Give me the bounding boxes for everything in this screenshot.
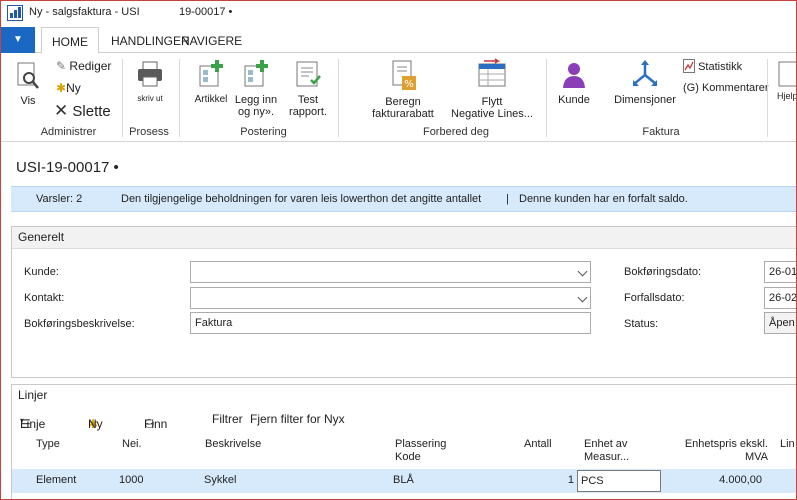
new-document-icon: ✱ <box>56 81 67 95</box>
pencil-icon: ✎ <box>56 59 67 73</box>
cell-location[interactable]: BLÅ <box>393 474 414 486</box>
app-logo-icon <box>7 5 23 21</box>
document-add-icon <box>244 60 268 87</box>
app-window: Ny - salgsfaktura - USI 19-00017 • ▼ HOM… <box>0 0 797 500</box>
ribbon-separator <box>122 59 123 137</box>
print-button[interactable]: skriv ut <box>131 59 169 105</box>
view-document-icon <box>17 62 39 89</box>
title-bar: Ny - salgsfaktura - USI 19-00017 • <box>1 1 796 25</box>
cell-description[interactable]: Sykkel <box>204 474 236 486</box>
window-title: Ny - salgsfaktura - USI <box>29 6 140 18</box>
notification-separator: | <box>506 193 509 205</box>
lines-section: Linjer ☰ Linje ▾ ✱ Ny ⚇ Finn Filtrer Fjer… <box>11 384 796 499</box>
status-label: Status: <box>624 318 659 330</box>
col-header-description[interactable]: Beskrivelse <box>205 438 261 451</box>
delete-button[interactable]: ✕ Slette <box>54 101 111 121</box>
col-header-location[interactable]: Plassering Kode <box>395 438 455 464</box>
contact-label: Kontakt: <box>24 292 65 304</box>
item-button[interactable]: Artikkel <box>191 58 231 106</box>
ribbon-separator <box>546 59 547 137</box>
delete-x-icon: ✕ <box>54 101 69 120</box>
contact-field[interactable] <box>190 287 591 309</box>
col-header-type[interactable]: Type <box>36 438 60 451</box>
move-negative-lines-button[interactable]: Flytt Negative Lines... <box>446 58 538 120</box>
tab-navigate[interactable]: NAVIGERE <box>171 27 252 54</box>
group-label-prepare: Forbered deg <box>422 126 490 138</box>
ribbon: Vis ✎ Rediger ✱Ny ✕ Slette Administrer s… <box>1 53 796 142</box>
customer-field[interactable] <box>190 261 591 283</box>
move-lines-icon <box>478 58 506 87</box>
ribbon-separator <box>338 59 339 137</box>
report-check-icon <box>296 61 321 87</box>
customer-button[interactable]: Kunde <box>554 58 594 106</box>
due-date-field[interactable]: 26-02 <box>764 287 796 309</box>
page-title: USI-19-00017 • <box>16 159 119 176</box>
group-label-manage: Administrer <box>40 126 97 138</box>
customer-label: Kunde: <box>24 266 59 278</box>
insert-and-new-button[interactable]: Legg inn og ny». <box>233 58 279 118</box>
line-menu-button[interactable]: ☰ Linje ▾ <box>20 412 45 431</box>
col-header-line[interactable]: Lin <box>780 438 795 451</box>
chevron-down-icon[interactable] <box>577 292 588 303</box>
table-row[interactable]: Element 1000 Sykkel BLÅ 1 PCS 4.000,00 <box>12 469 796 493</box>
calculate-discount-button[interactable]: % Beregn fakturarabatt <box>363 58 443 120</box>
help-button[interactable]: Hjelp <box>777 58 796 102</box>
cell-quantity[interactable]: 1 <box>512 474 574 486</box>
app-menu-button[interactable]: ▼ <box>1 27 35 53</box>
statistics-button[interactable]: Statistikk <box>683 59 742 73</box>
lines-toolbar: ☰ Linje ▾ ✱ Ny ⚇ Finn Filtrer Fjern filte… <box>20 412 345 431</box>
col-header-unit[interactable]: Enhet av Measur... <box>584 438 644 464</box>
ribbon-separator <box>767 59 768 137</box>
dimensions-icon <box>633 60 657 86</box>
printer-icon <box>138 61 162 87</box>
item-add-icon <box>199 60 223 87</box>
cell-unit[interactable]: PCS <box>577 470 661 492</box>
ribbon-separator <box>179 59 180 137</box>
notification-count[interactable]: Varsler: 2 <box>36 187 82 211</box>
view-button[interactable]: Vis <box>13 61 43 107</box>
col-header-quantity[interactable]: Antall <box>524 438 552 451</box>
posting-date-field[interactable]: 26-01 <box>764 261 796 283</box>
col-header-unit-price[interactable]: Enhetspris ekskl. MVA <box>676 438 768 464</box>
status-field[interactable]: Åpen <box>764 312 796 334</box>
notification-bar: Varsler: 2 Den tilgjengelige beholdninge… <box>11 186 796 212</box>
general-section-header[interactable]: Generelt <box>12 227 796 249</box>
cell-type[interactable]: Element <box>36 474 76 486</box>
group-label-invoice: Faktura <box>642 126 680 138</box>
dimensions-button[interactable]: Dimensjoner <box>611 58 679 106</box>
due-date-label: Forfallsdato: <box>624 292 685 304</box>
clear-filter-button[interactable]: Fjern filter for Nyx <box>250 412 345 426</box>
tab-home[interactable]: HOME <box>41 27 99 54</box>
notification-message[interactable]: Denne kunden har en forfalt saldo. <box>519 187 688 211</box>
test-report-button[interactable]: Test rapport. <box>286 58 330 118</box>
statistics-chart-icon <box>683 59 695 73</box>
chevron-down-icon[interactable] <box>577 266 588 277</box>
posting-description-label: Bokføringsbeskrivelse: <box>24 318 135 330</box>
group-label-posting: Postering <box>240 126 287 138</box>
lines-section-header[interactable]: Linjer <box>12 385 796 407</box>
posting-description-field[interactable]: Faktura <box>190 312 591 334</box>
help-icon <box>778 61 796 87</box>
dropdown-arrow-icon: ▼ <box>13 34 23 45</box>
col-header-no[interactable]: Nei. <box>122 438 142 451</box>
cell-unit-price[interactable]: 4.000,00 <box>676 474 762 486</box>
group-label-process: Prosess <box>129 126 169 138</box>
edit-button[interactable]: ✎ Rediger <box>56 59 111 73</box>
new-button[interactable]: ✱Ny <box>56 81 81 95</box>
comments-button[interactable]: (G) Kommentarer <box>683 82 769 94</box>
general-section: Generelt Kunde: Kontakt: Bokføringsbeskr… <box>11 226 796 378</box>
discount-document-icon: % <box>392 60 416 90</box>
posting-date-label: Bokføringsdato: <box>624 266 702 278</box>
notification-message[interactable]: Den tilgjengelige beholdningen for varen… <box>121 187 481 211</box>
cell-no[interactable]: 1000 <box>119 474 143 486</box>
svg-text:%: % <box>404 79 414 90</box>
customer-person-icon <box>563 63 585 88</box>
ribbon-tabs: ▼ HOME HANDLINGER NAVIGERE <box>1 27 796 54</box>
window-title-number: 19-00017 • <box>179 6 233 18</box>
filter-button[interactable]: Filtrer <box>212 412 243 426</box>
